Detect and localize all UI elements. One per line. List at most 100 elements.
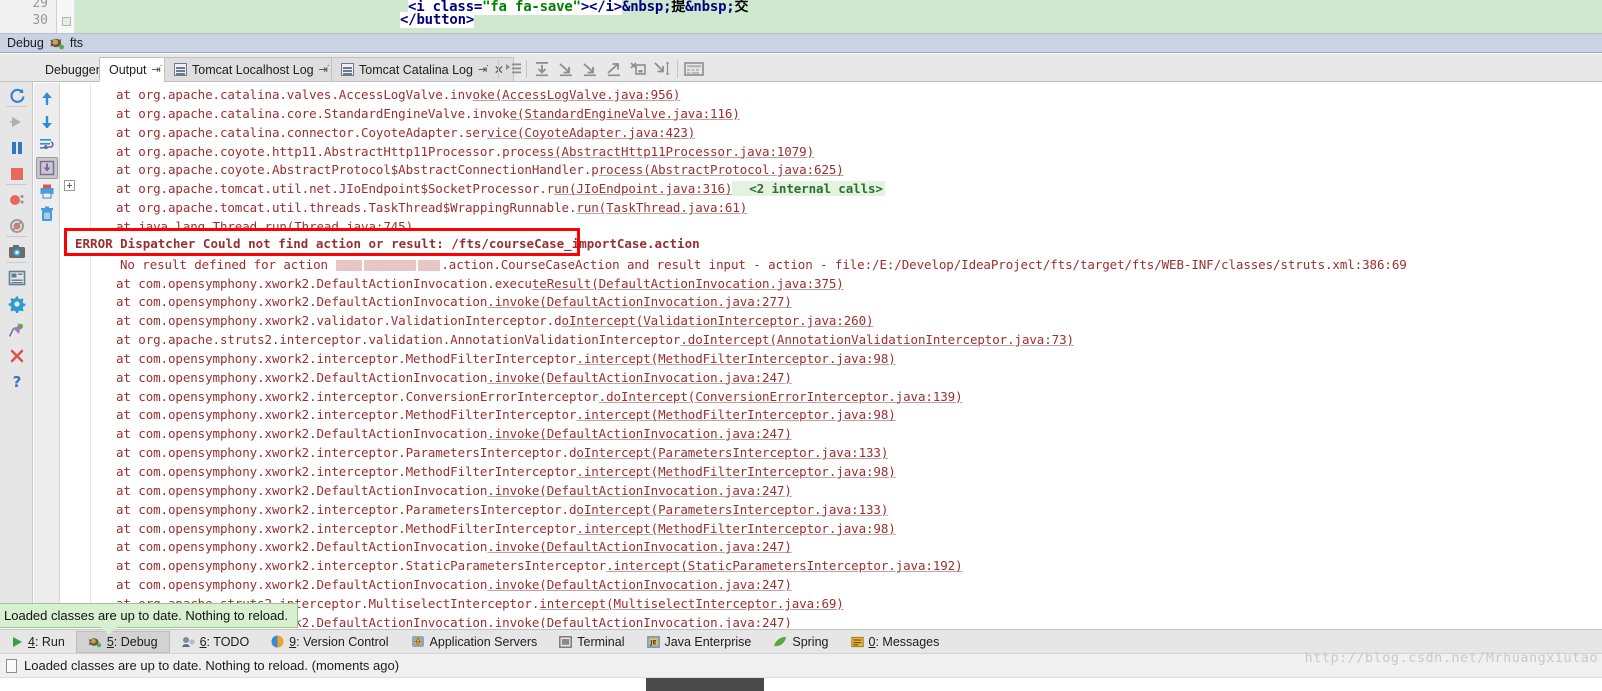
stop-icon[interactable] — [5, 162, 29, 186]
stack-trace-link[interactable]: .invoke(DefaultActionInvocation.java:247… — [487, 370, 792, 385]
bottom-item-debug[interactable]: 5: Debug — [75, 630, 170, 653]
stack-trace-link[interactable]: .invoke(DefaultActionInvocation.java:277… — [487, 294, 792, 309]
stack-trace-link[interactable]: .invoke(DefaultActionInvocation.java:247… — [487, 426, 792, 441]
bottom-item-java-enterprise[interactable]: JE Java Enterprise — [636, 631, 763, 653]
tab-tomcat-localhost-log[interactable]: Tomcat Localhost Log ⇥˙ ✕ — [164, 57, 355, 82]
view-breakpoints-icon[interactable] — [5, 188, 29, 212]
stack-trace-link[interactable]: .intercept(MethodFilterInterceptor.java:… — [576, 351, 895, 366]
console-stack-line[interactable]: at org.apache.catalina.connector.CoyoteA… — [116, 125, 695, 140]
layout-settings-icon[interactable] — [5, 266, 29, 290]
console-stack-line[interactable]: at com.opensymphony.xwork2.DefaultAction… — [116, 294, 792, 309]
stack-trace-link[interactable]: .intercept(MethodFilterInterceptor.java:… — [576, 464, 895, 479]
console-stack-line[interactable]: at com.opensymphony.xwork2.interceptor.M… — [116, 464, 896, 479]
stack-trace-link[interactable]: un(JIoEndpoint.java:316) — [554, 181, 732, 196]
pause-program-icon[interactable] — [5, 136, 29, 160]
up-arrow-icon[interactable] — [36, 88, 58, 110]
rerun-icon[interactable] — [5, 84, 29, 108]
console-stack-line[interactable]: at com.opensymphony.xwork2.interceptor.M… — [116, 351, 896, 366]
internal-calls-badge[interactable]: <2 internal calls> — [732, 181, 885, 197]
drop-frame-icon[interactable] — [627, 59, 649, 79]
bottom-item-todo[interactable]: 6: TODO — [170, 631, 261, 653]
pin-icon[interactable]: ⇥˙ — [152, 63, 164, 76]
stack-trace-link[interactable]: ss(AbstractHttp11Processor.java:1079) — [539, 144, 814, 159]
force-step-into-icon[interactable] — [579, 59, 601, 79]
stack-trace-link[interactable]: .invoke(DefaultActionInvocation.java:247… — [487, 577, 792, 592]
console-stack-line[interactable]: at org.apache.coyote.http11.AbstractHttp… — [116, 144, 814, 159]
evaluate-expression-icon[interactable] — [683, 59, 705, 79]
bottom-item-application-servers[interactable]: Application Servers — [400, 631, 549, 653]
console-stack-line[interactable]: at com.opensymphony.xwork2.validator.Val… — [116, 313, 874, 328]
step-into-icon[interactable] — [555, 59, 577, 79]
run-to-cursor-icon[interactable] — [651, 59, 673, 79]
console-stack-line[interactable]: at org.apache.tomcat.util.threads.TaskTh… — [116, 200, 747, 215]
taskbar-item[interactable] — [646, 678, 764, 691]
output-console[interactable]: at org.apache.catalina.valves.AccessLogV… — [60, 83, 1602, 628]
tab-debugger[interactable]: Debugger — [36, 57, 109, 82]
close-icon[interactable] — [5, 344, 29, 368]
resume-program-icon[interactable] — [5, 110, 29, 134]
stack-trace-link[interactable]: oIntercept(ValidationInterceptor.java:26… — [562, 313, 874, 328]
bottom-item-run[interactable]: 4: Run — [0, 631, 76, 653]
console-stack-line[interactable]: at com.opensymphony.xwork2.interceptor.S… — [116, 558, 963, 573]
down-arrow-icon[interactable] — [36, 111, 58, 133]
console-stack-line[interactable]: at org.apache.catalina.core.StandardEngi… — [116, 106, 740, 121]
console-stack-line[interactable]: at com.opensymphony.xwork2.interceptor.M… — [116, 521, 896, 536]
bottom-item-messages[interactable]: 0: Messages — [840, 631, 951, 653]
step-out-icon[interactable] — [603, 59, 625, 79]
pin-tab-icon[interactable] — [5, 318, 29, 342]
stack-trace-link[interactable]: .doIntercept(AnnotationValidationInterce… — [680, 332, 1074, 347]
tab-output[interactable]: Output ⇥˙ — [99, 57, 173, 82]
step-over-icon[interactable] — [531, 59, 553, 79]
stack-trace-link[interactable]: vice(CoyoteAdapter.java:423) — [487, 125, 695, 140]
stack-trace-link[interactable]: .intercept(StaticParametersInterceptor.j… — [606, 558, 963, 573]
console-stack-line[interactable]: at com.opensymphony.xwork2.DefaultAction… — [116, 539, 792, 554]
scroll-to-end-icon[interactable] — [36, 157, 58, 179]
editor-line-number: 30 — [32, 13, 48, 28]
stack-trace-link[interactable]: teResult(DefaultActionInvocation.java:37… — [532, 276, 844, 291]
screenshot-icon[interactable] — [5, 240, 29, 264]
console-stack-line[interactable]: at com.opensymphony.xwork2.DefaultAction… — [116, 370, 792, 385]
stack-trace-link[interactable]: .invoke(DefaultActionInvocation.java:247… — [487, 539, 792, 554]
clear-all-icon[interactable] — [36, 203, 58, 225]
bottom-item-version-control[interactable]: 9: Version Control — [260, 631, 399, 653]
console-stack-line[interactable]: at com.opensymphony.xwork2.interceptor.P… — [116, 502, 888, 517]
stack-trace-link[interactable]: oke(AccessLogValve.java:956) — [472, 87, 680, 102]
expand-fold-icon[interactable] — [64, 180, 75, 191]
stack-trace-link[interactable]: .invoke(DefaultActionInvocation.java:247… — [487, 615, 792, 628]
event-log-icon[interactable] — [6, 658, 17, 673]
stack-trace-link[interactable]: run(TaskThread.java:61) — [576, 200, 747, 215]
console-no-result-line[interactable]: No result defined for action .action.Cou… — [120, 257, 1407, 272]
console-stack-line[interactable]: at com.opensymphony.xwork2.DefaultAction… — [116, 426, 792, 441]
stack-trace-link[interactable]: .doIntercept(ConversionErrorInterceptor.… — [599, 389, 963, 404]
pin-icon[interactable]: ⇥˙ — [478, 63, 490, 76]
console-stack-line[interactable]: at org.apache.tomcat.util.net.JIoEndpoin… — [116, 181, 885, 197]
stack-trace-link[interactable]: oIntercept(ParametersInterceptor.java:13… — [576, 445, 888, 460]
console-stack-line[interactable]: at org.apache.struts2.interceptor.valida… — [116, 332, 1074, 347]
console-stack-line[interactable]: at org.apache.catalina.valves.AccessLogV… — [116, 87, 680, 102]
console-stack-line[interactable]: at com.opensymphony.xwork2.DefaultAction… — [116, 577, 792, 592]
stack-trace-link[interactable]: .invoke(DefaultActionInvocation.java:247… — [487, 483, 792, 498]
console-stack-line[interactable]: at com.opensymphony.xwork2.DefaultAction… — [116, 483, 792, 498]
code-fold-icon[interactable] — [62, 17, 71, 26]
print-icon[interactable] — [36, 180, 58, 202]
stack-trace-link[interactable]: rocess(AbstractProtocol.java:625) — [599, 162, 844, 177]
stack-trace-link[interactable]: intercept(MultiselectInterceptor.java:69… — [539, 596, 844, 611]
show-execution-point-icon[interactable] — [503, 59, 525, 79]
tab-tomcat-catalina-log[interactable]: Tomcat Catalina Log ⇥˙ ✕ — [331, 57, 514, 82]
bottom-item-terminal[interactable]: Terminal — [548, 631, 635, 653]
soft-wrap-icon[interactable] — [36, 134, 58, 156]
settings-gear-icon[interactable] — [5, 292, 29, 316]
stack-trace-link[interactable]: e(StandardEngineValve.java:116) — [510, 106, 740, 121]
mute-breakpoints-icon[interactable] — [5, 214, 29, 238]
stack-trace-link[interactable]: .intercept(MethodFilterInterceptor.java:… — [576, 407, 895, 422]
stack-trace-link[interactable]: oIntercept(ParametersInterceptor.java:13… — [576, 502, 888, 517]
console-stack-line[interactable]: at org.apache.coyote.AbstractProtocol$Ab… — [116, 162, 844, 177]
stack-trace-link[interactable]: .intercept(MethodFilterInterceptor.java:… — [576, 521, 895, 536]
console-stack-line[interactable]: at com.opensymphony.xwork2.interceptor.M… — [116, 407, 896, 422]
console-stack-line[interactable]: at com.opensymphony.xwork2.interceptor.P… — [116, 445, 888, 460]
console-stack-line[interactable]: at com.opensymphony.xwork2.interceptor.C… — [116, 389, 963, 404]
console-stack-line[interactable]: at com.opensymphony.xwork2.DefaultAction… — [116, 276, 844, 291]
bottom-item-spring[interactable]: Spring — [762, 631, 839, 653]
pin-icon[interactable]: ⇥˙ — [319, 63, 331, 76]
help-icon[interactable]: ? — [5, 370, 29, 394]
